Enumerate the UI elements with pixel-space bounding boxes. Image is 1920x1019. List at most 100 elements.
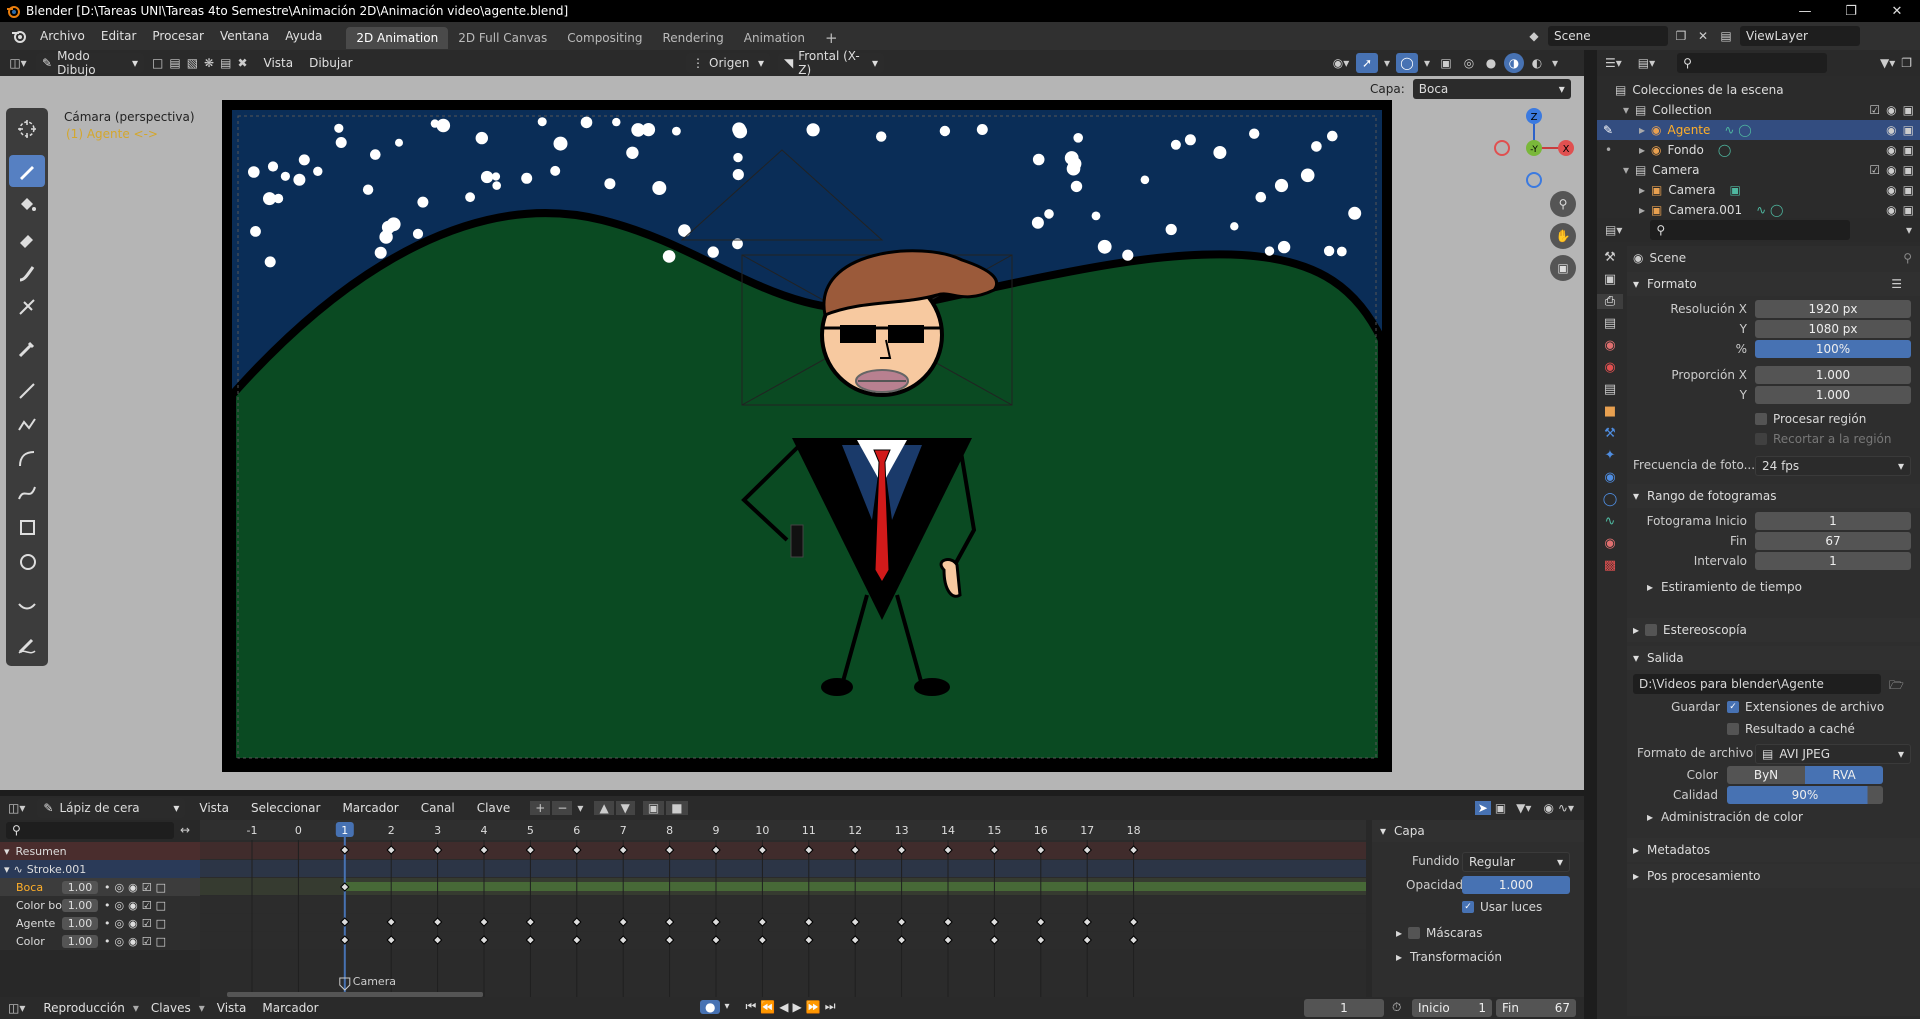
camera-render-icon[interactable]: ▣	[1903, 103, 1914, 117]
add-workspace-icon[interactable]: +	[815, 25, 848, 51]
collection-tab-icon[interactable]: ▤	[1604, 382, 1616, 397]
constraint-tab-icon[interactable]: ◯	[1603, 492, 1618, 507]
checkbox-icon[interactable]: ☑	[142, 881, 152, 894]
checkbox-icon[interactable]: ☑	[142, 935, 152, 948]
draw-tool[interactable]	[9, 155, 45, 187]
eye-icon[interactable]: ◉	[128, 935, 138, 948]
arc-tool[interactable]	[9, 443, 45, 475]
eye-icon[interactable]: ◉	[128, 917, 138, 930]
outliner-root[interactable]: ▤ Colecciones de la escena	[1597, 80, 1920, 100]
render-tab-icon[interactable]: ▣	[1604, 272, 1616, 287]
outliner-item-camera-001[interactable]: ▸ ▣ Camera.001 ∿ ◯ ◉ ▣	[1597, 200, 1920, 220]
transform-subpanel[interactable]: ▸ Transformación	[1396, 950, 1502, 964]
outliner-item-collection[interactable]: ▾ ▤ Collection ☑ ◉ ▣	[1597, 100, 1920, 120]
display-mode-icon[interactable]: ▤▾	[1638, 56, 1655, 70]
texture-tab-icon[interactable]: ▩	[1604, 558, 1616, 573]
orientation-selector[interactable]: ◥ Frontal (X-Z) ▾	[778, 49, 884, 77]
preset-list-icon[interactable]: ☰	[1891, 277, 1902, 291]
physics-tab-icon[interactable]: ◉	[1604, 470, 1615, 485]
layer-selector[interactable]: Boca ▾	[1412, 79, 1571, 99]
multiframe-icon[interactable]: ▧	[187, 56, 198, 70]
layer-opacity-field[interactable]: 1.00	[62, 880, 98, 894]
tint-tool[interactable]	[9, 257, 45, 289]
frame-selected-icon[interactable]: ▣	[1495, 801, 1506, 815]
select-box-icon[interactable]: □	[152, 56, 163, 70]
properties-editor-icon[interactable]: ▤▾	[1605, 223, 1622, 237]
tool-tab-icon[interactable]: ⚒	[1604, 250, 1616, 265]
pin-icon[interactable]: ⚲	[1903, 251, 1912, 265]
channel-layer[interactable]: Color boca1.00 • ◎◉ ☑ □	[0, 896, 200, 914]
color-bw-button[interactable]: ByN	[1727, 766, 1805, 784]
output-path-field[interactable]: D:\Videos para blender\Agente	[1633, 674, 1881, 694]
mode-selector[interactable]: ✎ Modo Dibujo ▾	[36, 49, 144, 77]
shading-solid-icon[interactable]: ●	[1482, 56, 1500, 70]
layer-opacity-field[interactable]: 1.00	[62, 898, 98, 912]
maximize-icon[interactable]: ❐	[1828, 0, 1874, 22]
checkbox-icon[interactable]: ☑	[1869, 163, 1880, 177]
camera-render-icon[interactable]: ▣	[1903, 123, 1914, 137]
channel-layer[interactable]: Boca 1.00 • ◎ ◉ ☑ □	[0, 878, 200, 896]
isolate-layer-icon[interactable]: ▣	[642, 801, 665, 815]
shading-menu-icon[interactable]: ▾	[1550, 56, 1560, 70]
eyedropper-tool[interactable]	[9, 333, 45, 365]
fill-tool[interactable]	[9, 189, 45, 221]
falloff-icon[interactable]: ∿▾	[1558, 801, 1574, 815]
tab-rendering[interactable]: Rendering	[653, 27, 734, 49]
onion-icon[interactable]: ◎	[115, 899, 125, 912]
sync-icon[interactable]: ↔	[180, 823, 190, 837]
panel-salida-header[interactable]: ▾ Salida	[1627, 646, 1920, 670]
eye-icon[interactable]: ◉	[1886, 143, 1896, 157]
material-tab-icon[interactable]: ◉	[1604, 536, 1615, 551]
channel-summary[interactable]: ▾ Resumen	[0, 842, 200, 860]
polyline-tool[interactable]	[9, 409, 45, 441]
jump-end-icon[interactable]: ⏭	[825, 999, 836, 1014]
scene-selector[interactable]: Scene	[1548, 26, 1668, 46]
panel-metadatos-header[interactable]: ▸ Metadatos	[1627, 838, 1920, 862]
properties-search[interactable]: ⚲	[1650, 220, 1851, 240]
keying-menu-icon[interactable]: ▾	[724, 1001, 729, 1012]
lock-icon[interactable]: ■	[666, 801, 688, 815]
shading-rendered-icon[interactable]: ◐	[1528, 56, 1546, 70]
world-tab-icon[interactable]: ◉	[1604, 360, 1615, 375]
outliner-item-fondo[interactable]: • ▸ ◉ Fondo ◯ ◉ ▣	[1597, 140, 1920, 160]
viewlayer-selector[interactable]: ViewLayer	[1740, 26, 1860, 46]
gizmo-toggle-icon[interactable]: ➚	[1356, 53, 1378, 73]
menu-procesar[interactable]: Procesar	[144, 29, 212, 43]
keyframe-region[interactable]: -101234567891011121314151617181Camera	[200, 820, 1366, 1001]
lock-icon[interactable]: □	[156, 899, 166, 912]
jump-next-key-icon[interactable]: ⏩	[806, 1000, 821, 1014]
navigation-gizmo[interactable]: Z X -Y	[1494, 108, 1574, 188]
stopwatch-icon[interactable]: ⏱	[1392, 1000, 1401, 1015]
dot-icon[interactable]: •	[104, 917, 111, 930]
erase-tool[interactable]	[9, 223, 45, 255]
interpolate-tool[interactable]	[9, 587, 45, 619]
menu-seleccionar[interactable]: Seleccionar	[243, 801, 328, 815]
menu-ventana[interactable]: Ventana	[212, 29, 277, 43]
add-layer-icon[interactable]: +	[530, 801, 551, 815]
checkbox-icon[interactable]: ☑	[142, 899, 152, 912]
eye-icon[interactable]: ◉	[1886, 203, 1896, 217]
visibility-icon[interactable]: ◉▾	[1330, 56, 1352, 70]
select-lasso-icon[interactable]: ▤	[169, 56, 180, 70]
frame-end-field[interactable]: 67	[1755, 532, 1911, 550]
outliner-item-agente[interactable]: ✎ ▸ ◉ Agente ∿ ◯ ◉ ▣	[1597, 120, 1920, 140]
scene-tab-icon[interactable]: ◉	[1604, 338, 1615, 353]
onion-icon[interactable]: ◎	[115, 881, 125, 894]
res-y-field[interactable]: 1080 px	[1755, 320, 1911, 338]
layer-opacity-field[interactable]: 1.00	[62, 916, 98, 930]
onion-icon[interactable]: ◎	[115, 935, 125, 948]
channel-layer[interactable]: Color 1.00 • ◎ ◉ ☑ □	[0, 932, 200, 950]
menu-ayuda[interactable]: Ayuda	[277, 29, 330, 43]
menu-vista[interactable]: Vista	[256, 56, 302, 70]
channel-layer[interactable]: Agente 1.00 • ◎ ◉ ☑ □	[0, 914, 200, 932]
shading-wire-icon[interactable]: ◎	[1460, 56, 1478, 70]
curve-tool[interactable]	[9, 477, 45, 509]
3d-viewport[interactable]: Capa: Boca ▾ Cámara (perspectiva) (1) Ag…	[0, 76, 1584, 790]
menu-marcador[interactable]: Marcador	[334, 801, 406, 815]
current-frame-field[interactable]: 1	[1304, 999, 1384, 1017]
fps-selector[interactable]: 24 fps ▾	[1755, 456, 1911, 476]
circle-tool[interactable]	[9, 545, 45, 577]
stroke-mode-icon[interactable]: ▤	[220, 56, 231, 70]
dopesheet-mode-selector[interactable]: ✎ Lápiz de cera ▾	[37, 798, 186, 818]
viewlayer-icon[interactable]: ▤	[1716, 29, 1736, 43]
